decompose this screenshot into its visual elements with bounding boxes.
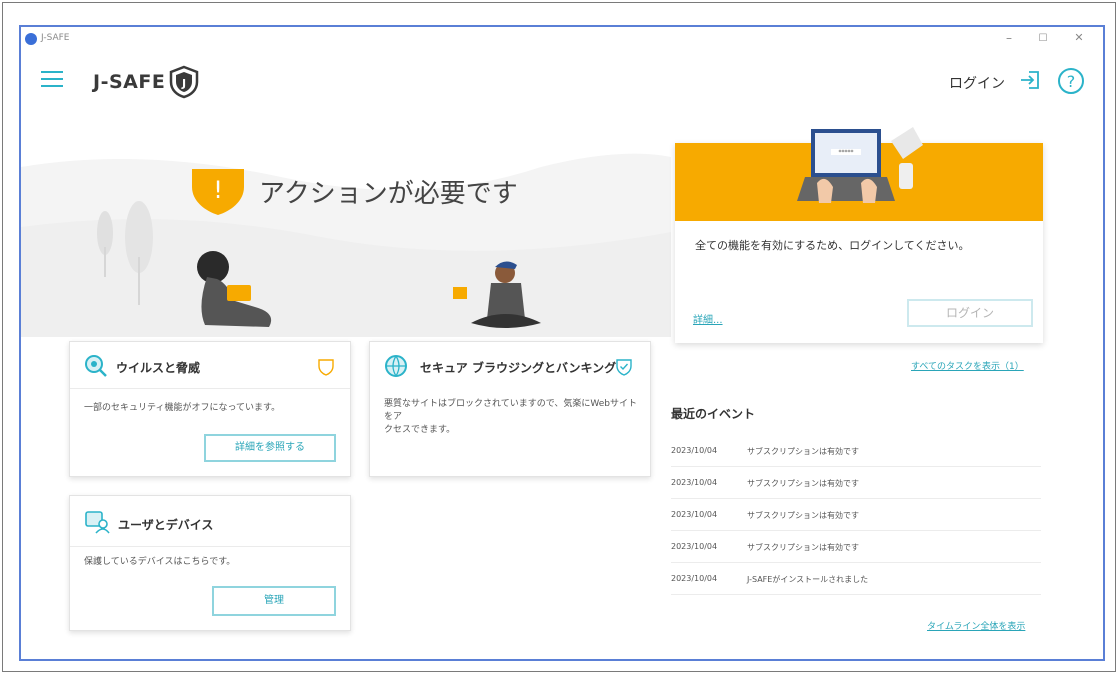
browsing-card-title: セキュア ブラウジングとバンキング [420,361,617,375]
check-shield-icon [616,359,632,376]
hamburger-icon[interactable] [41,71,63,89]
login-prompt-card: ***** 全ての機能を有効にするため、ログインしてください。 詳細... ログ… [675,127,1043,343]
login-arrow-icon[interactable] [1019,69,1041,91]
landscape-illustration [21,153,671,337]
event-row: 2023/10/04 サブスクリプションは有効です [671,467,1041,499]
warning-symbol: ! [213,176,223,204]
action-required-title: アクションが必要です [259,179,518,209]
user-device-icon [85,511,110,534]
browsing-text-line-1: 悪質なサイトはブロックされていますので、気楽にWebサイトをア [384,399,637,422]
warning-shield-outline-icon [318,359,334,376]
view-details-button[interactable]: 詳細を参照する [204,434,336,462]
event-date: 2023/10/04 [671,446,718,455]
event-row: 2023/10/04 J-SAFEがインストールされました [671,563,1041,595]
logo-shield-letter: J [181,77,186,90]
promo-message: 全ての機能を有効にするため、ログインしてください。 [695,239,970,252]
promo-login-button[interactable]: ログイン [907,299,1033,327]
show-all-tasks-link[interactable]: すべてのタスクを表示（1） [911,359,1024,372]
header-login-link[interactable]: ログイン [949,73,1005,93]
help-symbol: ? [1067,72,1076,91]
event-text: サブスクリプションは有効です [747,511,859,520]
minimize-button[interactable]: – [999,31,1019,45]
laptop-screen-dots: ***** [839,149,854,156]
view-full-timeline-link[interactable]: タイムライン全体を表示 [927,619,1025,632]
browsing-text-line-2: クセスできます。 [384,425,456,435]
devices-card-title: ユーザとデバイス [118,518,214,532]
screenshot-frame: J-SAFE – ☐ ✕ J-SAFE J ログイン ? ! アクションが必要で… [2,2,1116,672]
event-text: サブスクリプションは有効です [747,543,859,552]
event-text: サブスクリプションは有効です [747,447,859,456]
app-icon [25,33,37,45]
users-devices-card[interactable]: ユーザとデバイス 保護しているデバイスはこちらです。 管理 [69,495,351,631]
maximize-button[interactable]: ☐ [1033,33,1053,44]
manage-button[interactable]: 管理 [212,586,336,616]
warning-shield-icon: ! [192,169,244,215]
event-date: 2023/10/04 [671,510,718,519]
title-bar: J-SAFE – ☐ ✕ [21,27,1103,53]
event-text: サブスクリプションは有効です [747,479,859,488]
recent-events-title: 最近のイベント [671,407,756,421]
virus-card-title: ウイルスと脅威 [116,361,201,375]
event-row: 2023/10/04 サブスクリプションは有効です [671,435,1041,467]
event-row: 2023/10/04 サブスクリプションは有効です [671,499,1041,531]
details-link[interactable]: 詳細... [693,311,723,326]
help-circle-icon[interactable]: ? [1057,67,1085,95]
event-date: 2023/10/04 [671,542,718,551]
logo-shield-icon: J [169,65,199,99]
logo-text: J-SAFE [93,71,166,93]
globe-shield-icon [385,355,407,378]
card-divider [70,388,350,389]
app-window: J-SAFE – ☐ ✕ J-SAFE J ログイン ? ! アクションが必要で… [19,25,1105,661]
close-button[interactable]: ✕ [1069,31,1089,44]
event-row: 2023/10/04 サブスクリプションは有効です [671,531,1041,563]
laptop-illustration: ***** [797,127,923,203]
window-title: J-SAFE [41,33,70,43]
promo-banner: ***** [675,127,1043,221]
virus-card-text: 一部のセキュリティ機能がオフになっています。 [84,403,281,413]
browsing-card-text: 悪質なサイトはブロックされていますので、気楽にWebサイトをア クセスできます。 [384,398,644,437]
magnifier-shield-icon [85,355,107,377]
app-header: J-SAFE J ログイン ? [21,63,1103,109]
card-divider [70,546,350,547]
devices-card-text: 保護しているデバイスはこちらです。 [84,557,236,567]
event-date: 2023/10/04 [671,574,718,583]
virus-threats-card[interactable]: ウイルスと脅威 一部のセキュリティ機能がオフになっています。 詳細を参照する [69,341,351,477]
secure-browsing-card[interactable]: セキュア ブラウジングとバンキング 悪質なサイトはブロックされていますので、気楽… [369,341,651,477]
event-text: J-SAFEがインストールされました [747,575,869,584]
event-date: 2023/10/04 [671,478,718,487]
